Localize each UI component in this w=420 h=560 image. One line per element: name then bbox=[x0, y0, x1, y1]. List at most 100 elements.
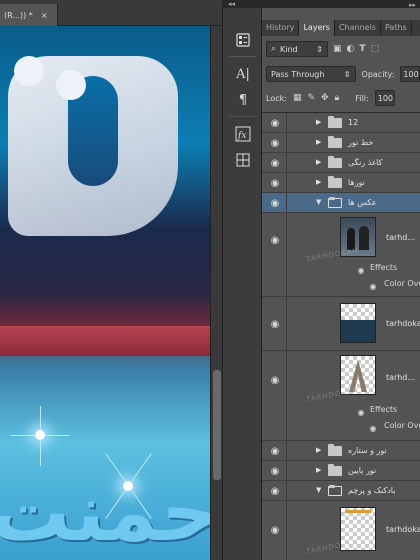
tab-layers[interactable]: Layers bbox=[299, 20, 335, 36]
folder-icon bbox=[328, 444, 342, 456]
effects-eye-icon[interactable]: ◉ bbox=[354, 263, 368, 277]
eye-icon[interactable]: ◉ bbox=[268, 136, 282, 150]
tab-paths[interactable]: Paths bbox=[381, 20, 412, 36]
fill-value: 100 bbox=[377, 93, 394, 103]
layer-name: tarhd... bbox=[386, 373, 415, 382]
chevron-right-icon[interactable]: ▶ bbox=[316, 466, 321, 474]
eye-icon[interactable]: ◉ bbox=[268, 156, 282, 170]
panel-tabs: History Layers Channels Paths bbox=[262, 20, 420, 36]
folder-icon bbox=[328, 116, 342, 128]
chevron-right-icon[interactable]: ▶ bbox=[316, 118, 321, 126]
document-tab[interactable]: (R...)) * × bbox=[0, 4, 58, 26]
filter-pixel-icon[interactable]: ▣ bbox=[333, 44, 342, 54]
filter-kind-select[interactable]: ⌕ Kind ⇕ bbox=[266, 41, 328, 57]
lock-all-icon[interactable]: 🔒︎ bbox=[335, 93, 340, 103]
folder-icon bbox=[328, 136, 342, 148]
chevron-down-icon[interactable]: ▼ bbox=[316, 198, 321, 206]
eye-icon[interactable]: ◉ bbox=[268, 523, 282, 537]
lock-label: Lock: bbox=[266, 93, 287, 103]
lock-row: Lock: ▦ ✎ ✥ 🔒︎ Fill: 100 bbox=[262, 88, 420, 108]
chevron-updown-icon: ⇕ bbox=[343, 69, 351, 79]
layer-name: tarhdoka bbox=[386, 319, 420, 328]
layer-name: کاغذ رنگی bbox=[348, 158, 383, 167]
layer-list: ◉ ▶ 12 ◉ ▶ خط نور ◉ ▶ کاغذ رنگی ◉ ▶ نوره… bbox=[262, 112, 420, 560]
tab-channels[interactable]: Channels bbox=[335, 20, 381, 36]
effects-label: Effects bbox=[370, 263, 398, 272]
eye-icon[interactable]: ◉ bbox=[268, 233, 282, 247]
canvas-artwork-dot bbox=[56, 70, 86, 100]
layer-group-row-selected[interactable]: ◉ ▼ عکس ها bbox=[262, 193, 420, 213]
layer-name: نورها bbox=[348, 178, 365, 187]
chevron-right-icon[interactable]: ▶ bbox=[316, 138, 321, 146]
canvas-artwork-script: حمنت bbox=[0, 466, 210, 559]
effect-color-overlay-label: Color Ove bbox=[384, 279, 420, 288]
eye-icon[interactable]: ◉ bbox=[268, 176, 282, 190]
layer-group-row[interactable]: ◉ ▶ خط نور bbox=[262, 133, 420, 153]
chevron-right-icon[interactable]: ▶ bbox=[316, 158, 321, 166]
layer-row[interactable]: ◉ tarhdoka bbox=[262, 501, 420, 560]
layer-group-row[interactable]: ◉ ▶ کاغذ رنگی bbox=[262, 153, 420, 173]
layer-group-row[interactable]: ◉ ▼ بادکنک و پرچم bbox=[262, 481, 420, 501]
eye-icon[interactable]: ◉ bbox=[268, 444, 282, 458]
filter-type-icon[interactable]: T bbox=[359, 44, 365, 54]
layer-thumbnail bbox=[340, 303, 376, 343]
canvas-vertical-scrollbar[interactable] bbox=[210, 26, 222, 560]
layer-name: 12 bbox=[348, 118, 359, 127]
opacity-input[interactable]: 100 bbox=[400, 66, 420, 82]
effect-eye-icon[interactable]: ◉ bbox=[366, 279, 380, 293]
layer-name: عکس ها bbox=[348, 198, 377, 207]
lock-transparent-icon[interactable]: ▦ bbox=[293, 93, 302, 103]
eye-icon[interactable]: ◉ bbox=[268, 317, 282, 331]
layer-name: tarhdoka bbox=[386, 525, 420, 534]
chevron-updown-icon: ⇕ bbox=[316, 44, 323, 54]
eye-icon[interactable]: ◉ bbox=[268, 484, 282, 498]
canvas-artwork-band bbox=[0, 326, 210, 356]
grid-icon[interactable] bbox=[232, 150, 254, 170]
eye-icon[interactable]: ◉ bbox=[268, 196, 282, 210]
layer-row[interactable]: ◉ tarhdoka bbox=[262, 297, 420, 351]
document-tab-bar: (R...)) * × bbox=[0, 0, 222, 26]
layer-name: tarhd... bbox=[386, 233, 415, 242]
filter-adjustment-icon[interactable]: ◐ bbox=[347, 44, 355, 54]
svg-text:fx: fx bbox=[237, 131, 246, 141]
panel-dock-header bbox=[222, 0, 420, 8]
filter-shape-icon[interactable]: ⬚ bbox=[371, 44, 380, 54]
layer-name: نور پایین bbox=[348, 466, 377, 475]
collapse-toolstrip-icon[interactable]: ◂◂ bbox=[228, 0, 235, 8]
character-icon[interactable]: A| bbox=[232, 64, 254, 84]
lock-image-icon[interactable]: ✎ bbox=[307, 93, 315, 103]
chevron-right-icon[interactable]: ▶ bbox=[316, 178, 321, 186]
opacity-label: Opacity: bbox=[361, 69, 395, 79]
document-tab-title: (R...)) * bbox=[4, 10, 33, 20]
effect-eye-icon[interactable]: ◉ bbox=[366, 421, 380, 435]
layer-filter-row: ⌕ Kind ⇕ ▣ ◐ T ⬚ bbox=[262, 38, 420, 60]
tab-history[interactable]: History bbox=[262, 20, 300, 36]
blend-mode-select[interactable]: Pass Through ⇕ bbox=[266, 66, 356, 82]
fill-input[interactable]: 100 bbox=[374, 90, 395, 106]
properties-icon[interactable] bbox=[232, 30, 254, 50]
folder-open-icon bbox=[328, 485, 342, 496]
close-icon[interactable]: × bbox=[41, 11, 48, 20]
chevron-right-icon[interactable]: ▶ bbox=[316, 446, 321, 454]
scrollbar-thumb[interactable] bbox=[213, 370, 221, 480]
lock-position-icon[interactable]: ✥ bbox=[321, 93, 329, 103]
effects-eye-icon[interactable]: ◉ bbox=[354, 405, 368, 419]
eye-icon[interactable]: ◉ bbox=[268, 116, 282, 130]
folder-icon bbox=[328, 176, 342, 188]
folder-icon bbox=[328, 156, 342, 168]
chevron-down-icon[interactable]: ▼ bbox=[316, 486, 321, 494]
collapse-panel-icon[interactable]: ▸▸ bbox=[409, 1, 416, 9]
eye-icon[interactable]: ◉ bbox=[268, 464, 282, 478]
layer-group-row[interactable]: ◉ ▶ نور پایین bbox=[262, 461, 420, 481]
search-icon: ⌕ bbox=[271, 44, 277, 54]
paragraph-icon[interactable]: ¶ bbox=[232, 90, 254, 110]
opacity-value: 100 bbox=[403, 69, 419, 79]
layer-group-row[interactable]: ◉ ▶ نورها bbox=[262, 173, 420, 193]
layer-group-row[interactable]: ◉ ▶ نور و ستاره bbox=[262, 441, 420, 461]
document-canvas[interactable]: حمنت bbox=[0, 26, 210, 560]
styles-fx-icon[interactable]: fx bbox=[232, 124, 254, 144]
layer-name: نور و ستاره bbox=[348, 446, 387, 455]
layer-group-row[interactable]: ◉ ▶ 12 bbox=[262, 113, 420, 133]
eye-icon[interactable]: ◉ bbox=[268, 373, 282, 387]
layer-name: بادکنک و پرچم bbox=[348, 486, 396, 495]
